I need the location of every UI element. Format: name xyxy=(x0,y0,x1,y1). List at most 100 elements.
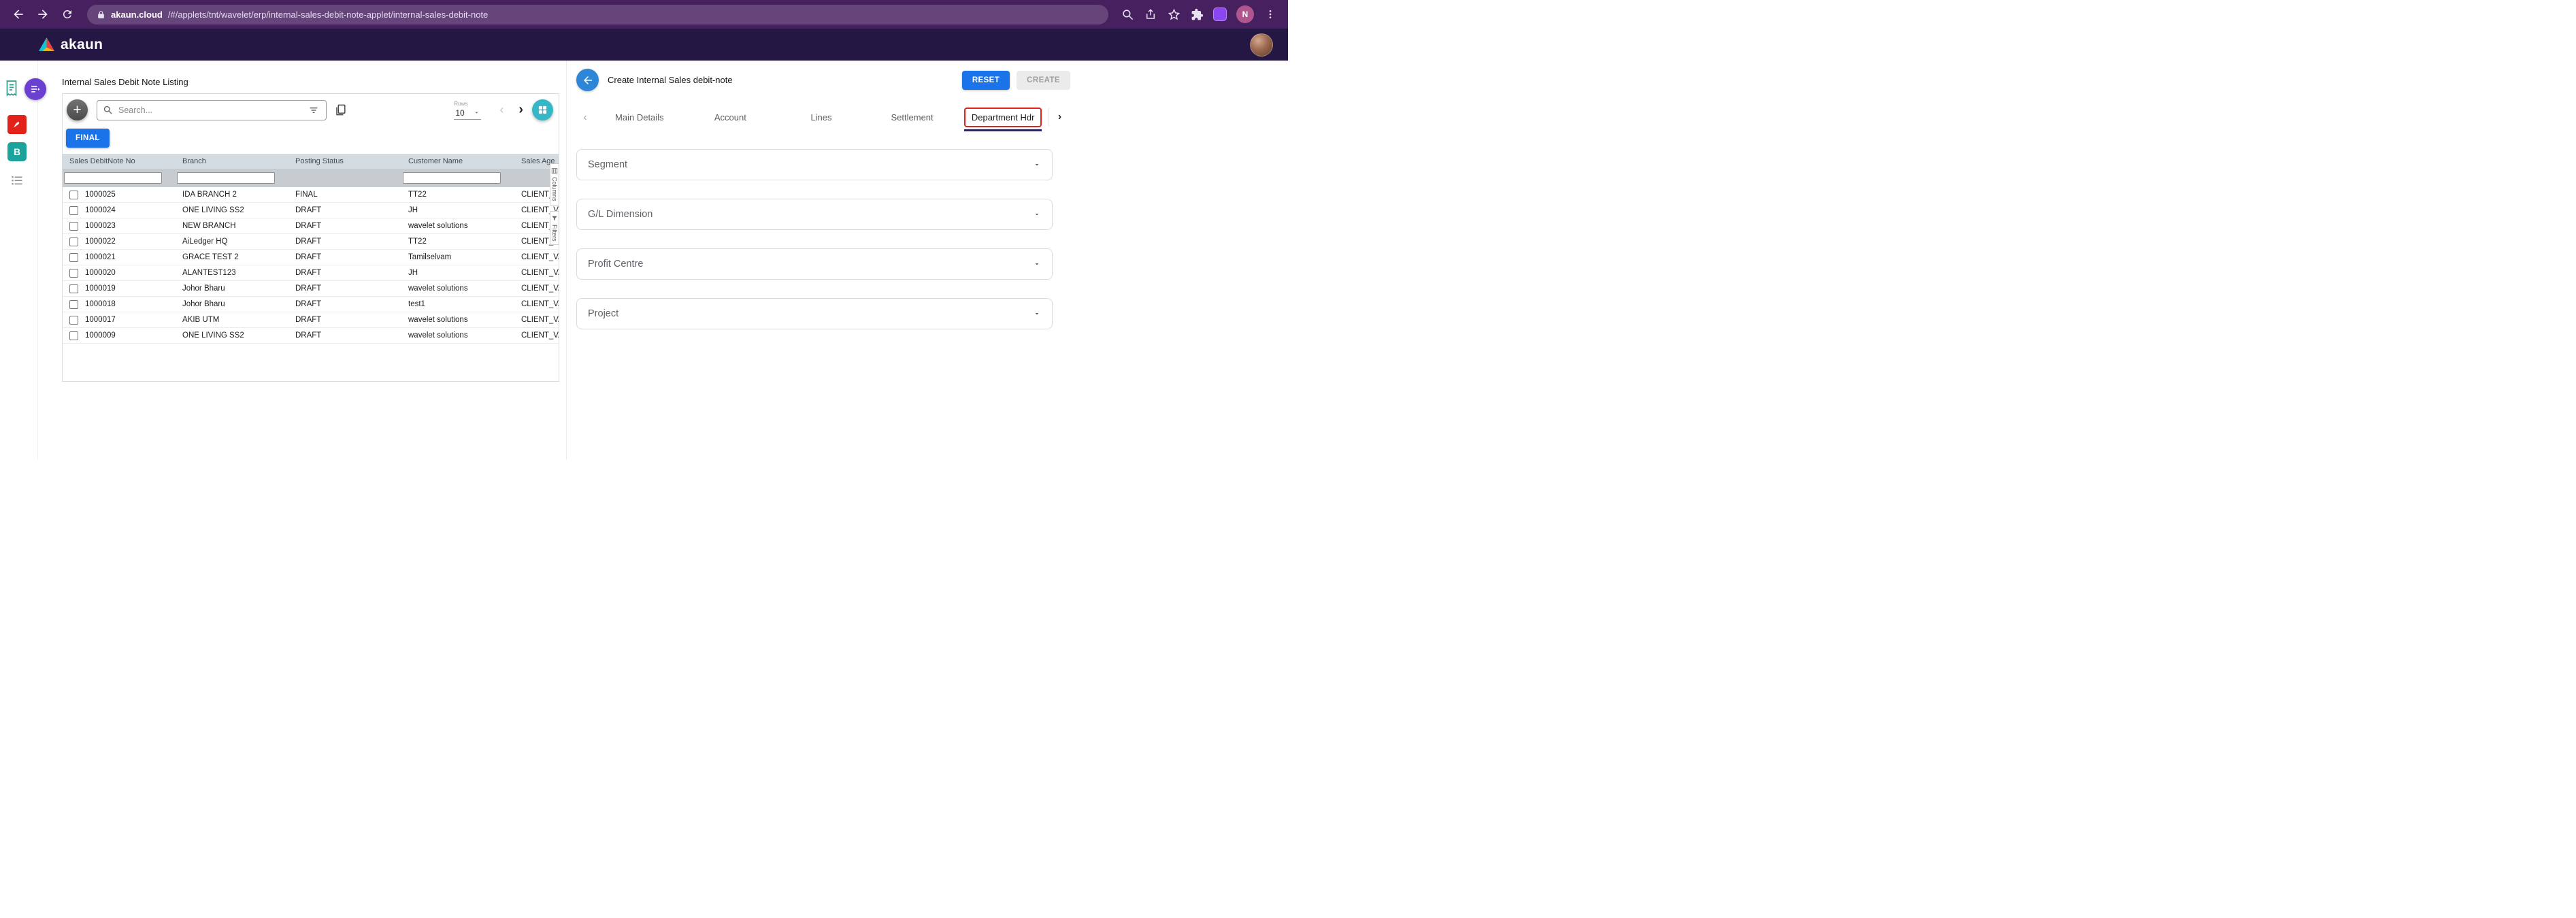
rows-per-page-select[interactable]: 10 xyxy=(454,108,481,120)
cell-customer-name: TT22 xyxy=(401,237,514,246)
address-bar[interactable]: akaun.cloud/#/applets/tnt/wavelet/erp/in… xyxy=(87,5,1108,24)
add-button[interactable]: + xyxy=(67,99,88,120)
tab-lines[interactable]: Lines xyxy=(776,103,867,131)
listing-table: Sales DebitNote NoBranchPosting StatusCu… xyxy=(63,154,559,344)
toolbar-search-button[interactable] xyxy=(1117,3,1138,25)
cell-branch: Johor Bharu xyxy=(176,284,288,293)
create-button[interactable]: CREATE xyxy=(1017,71,1070,90)
bigledger-icon[interactable]: B xyxy=(7,142,27,161)
row-checkbox[interactable] xyxy=(69,269,78,278)
table-row[interactable]: 1000022AiLedger HQDRAFTTT22CLIENT_VA xyxy=(63,234,559,250)
row-checkbox[interactable] xyxy=(69,191,78,199)
browser-menu-button[interactable] xyxy=(1259,3,1281,25)
table-row[interactable]: 1000024ONE LIVING SS2DRAFTJHCLIENT_VA xyxy=(63,203,559,218)
row-checkbox[interactable] xyxy=(69,331,78,340)
column-header-sales-debitnote-no[interactable]: Sales DebitNote No xyxy=(63,157,176,165)
search-input[interactable] xyxy=(117,105,303,116)
debitnote-no-text: 1000017 xyxy=(85,316,116,324)
filter-list-button[interactable] xyxy=(307,103,320,117)
tab-label: Settlement xyxy=(891,112,934,122)
column-filter-input-branch[interactable] xyxy=(177,172,275,184)
pdf-icon[interactable] xyxy=(7,115,27,134)
column-header-branch[interactable]: Branch xyxy=(176,157,288,165)
tabs-scroll-right[interactable]: › xyxy=(1048,108,1070,126)
row-checkbox[interactable] xyxy=(69,206,78,215)
select-profit-centre[interactable]: Profit Centre xyxy=(576,248,1053,280)
browser-refresh-button[interactable] xyxy=(56,3,79,26)
row-checkbox[interactable] xyxy=(69,237,78,246)
select-segment[interactable]: Segment xyxy=(576,149,1053,180)
cell-sales-agent: CLIENT_VA xyxy=(514,300,559,308)
select-label: G/L Dimension xyxy=(588,209,653,220)
tab-label: Lines xyxy=(810,112,831,122)
menu-lines-icon xyxy=(30,84,41,95)
row-checkbox[interactable] xyxy=(69,222,78,231)
extensions-button[interactable] xyxy=(1186,3,1208,25)
tab-department-hdr[interactable]: Department Hdr xyxy=(957,103,1048,131)
listing-filter-row xyxy=(63,169,559,187)
cell-posting-status: FINAL xyxy=(288,191,401,199)
prev-page-button[interactable]: ‹ xyxy=(498,103,505,117)
browser-forward-button[interactable] xyxy=(31,3,54,26)
side-tab-label: Columns xyxy=(551,177,558,201)
table-row[interactable]: 1000019Johor BharuDRAFTwavelet solutions… xyxy=(63,281,559,297)
grid-view-button[interactable] xyxy=(532,99,553,120)
cell-posting-status: DRAFT xyxy=(288,206,401,214)
tabs-scroll-left[interactable]: ‹ xyxy=(576,111,594,124)
side-tab-label: Filters xyxy=(551,225,558,242)
tab-settlement[interactable]: Settlement xyxy=(867,103,958,131)
row-checkbox[interactable] xyxy=(69,316,78,325)
table-row[interactable]: 1000025IDA BRANCH 2FINALTT22CLIENT_VA xyxy=(63,187,559,203)
duplicate-button[interactable] xyxy=(333,102,348,118)
tabs-row: ‹ Main DetailsAccount Lines Settlement Depa… xyxy=(576,103,1070,131)
listing-panel: Internal Sales Debit Note Listing + Rows xyxy=(38,61,566,459)
row-checkbox[interactable] xyxy=(69,300,78,309)
pinned-extension-button[interactable] xyxy=(1209,3,1231,25)
menu-toggle-button[interactable] xyxy=(24,78,46,100)
share-icon xyxy=(1144,8,1157,20)
table-row[interactable]: 1000023NEW BRANCHDRAFTwavelet solutionsC… xyxy=(63,218,559,234)
copy-pages-icon xyxy=(334,103,347,116)
grid-icon xyxy=(538,105,548,115)
select-project[interactable]: Project xyxy=(576,298,1053,329)
bookmark-button[interactable] xyxy=(1163,3,1185,25)
final-filter-button[interactable]: FINAL xyxy=(66,129,110,148)
cell-posting-status: DRAFT xyxy=(288,222,401,230)
browser-profile-avatar[interactable]: N xyxy=(1236,5,1254,23)
user-avatar[interactable] xyxy=(1250,33,1273,56)
cell-debitnote-no: 1000021 xyxy=(63,253,176,262)
table-row[interactable]: 1000021GRACE TEST 2DRAFTTamilselvamCLIEN… xyxy=(63,250,559,265)
column-filter-input-customer-name[interactable] xyxy=(403,172,501,184)
select-g-l-dimension[interactable]: G/L Dimension xyxy=(576,199,1053,230)
side-tab-filters[interactable]: Filters xyxy=(550,211,559,246)
panel-back-button[interactable] xyxy=(576,69,599,91)
table-row[interactable]: 1000009ONE LIVING SS2DRAFTwavelet soluti… xyxy=(63,328,559,344)
table-row[interactable]: 1000020ALANTEST123DRAFTJHCLIENT_VA xyxy=(63,265,559,281)
debitnote-no-text: 1000018 xyxy=(85,300,116,308)
cell-customer-name: test1 xyxy=(401,300,514,308)
tab-account[interactable]: Account xyxy=(685,103,776,131)
reset-button[interactable]: RESET xyxy=(962,71,1010,90)
applet-receipt-icon[interactable] xyxy=(3,80,20,101)
column-header-customer-name[interactable]: Customer Name xyxy=(401,157,514,165)
browser-back-button[interactable] xyxy=(7,3,30,26)
share-button[interactable] xyxy=(1140,3,1161,25)
app-logo[interactable]: akaun xyxy=(38,36,103,53)
listing-table-header: Sales DebitNote NoBranchPosting StatusCu… xyxy=(63,154,559,169)
cell-branch: ONE LIVING SS2 xyxy=(176,331,288,340)
debitnote-no-text: 1000020 xyxy=(85,269,116,277)
next-page-button[interactable]: › xyxy=(517,102,525,118)
cell-posting-status: DRAFT xyxy=(288,331,401,340)
row-checkbox[interactable] xyxy=(69,253,78,262)
side-tab-columns[interactable]: Columns xyxy=(550,163,559,206)
cell-debitnote-no: 1000022 xyxy=(63,237,176,246)
column-filter-input-sales-debitnote-no[interactable] xyxy=(64,172,162,184)
tab-main-details[interactable]: Main Details xyxy=(594,103,685,131)
debitnote-no-text: 1000024 xyxy=(85,206,116,214)
list-menu-icon[interactable] xyxy=(10,174,24,189)
table-row[interactable]: 1000017AKIB UTMDRAFTwavelet solutionsCLI… xyxy=(63,312,559,328)
row-checkbox[interactable] xyxy=(69,284,78,293)
table-row[interactable]: 1000018Johor BharuDRAFTtest1CLIENT_VA xyxy=(63,297,559,312)
column-header-posting-status[interactable]: Posting Status xyxy=(288,157,401,165)
cell-debitnote-no: 1000009 xyxy=(63,331,176,340)
